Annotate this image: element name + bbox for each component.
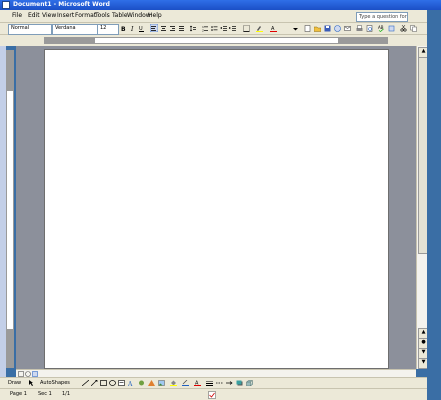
line-style-icon[interactable] (206, 380, 213, 386)
arrow-icon[interactable] (91, 380, 98, 386)
autoshapes-menu[interactable]: AutoShapes (40, 380, 70, 386)
oval-icon[interactable] (109, 380, 116, 386)
dash-style-icon[interactable] (216, 380, 223, 386)
print-icon[interactable] (356, 25, 363, 32)
bullets-icon[interactable] (211, 25, 218, 32)
highlight-icon[interactable] (256, 25, 263, 32)
email-icon[interactable] (344, 25, 351, 32)
line-spacing-icon[interactable] (190, 25, 197, 32)
underline-icon[interactable]: U (138, 25, 145, 32)
insert-picture-icon[interactable] (158, 380, 165, 386)
fill-color-icon[interactable] (170, 380, 177, 386)
title-bar: Document1 - Microsoft Word (0, 0, 441, 10)
status-page: Page 1 (10, 391, 27, 397)
save-icon[interactable] (324, 25, 331, 32)
word-app-icon (2, 1, 10, 9)
decrease-indent-icon[interactable] (220, 25, 227, 32)
toolbar-options-icon[interactable] (292, 25, 299, 32)
status-section: Sec 1 (38, 391, 52, 397)
bold-icon[interactable]: B (120, 25, 127, 32)
arrow-style-icon[interactable] (226, 380, 233, 386)
increase-indent-icon[interactable] (229, 25, 236, 32)
justify-icon[interactable] (178, 25, 185, 32)
font-combo[interactable]: Verdana (52, 24, 98, 35)
menu-edit[interactable]: Edit (28, 12, 40, 19)
align-right-icon[interactable] (169, 25, 176, 32)
research-icon[interactable] (388, 25, 395, 32)
document-page[interactable] (44, 49, 389, 369)
copy-icon[interactable] (410, 25, 417, 32)
italic-icon[interactable]: I (129, 25, 136, 32)
borders-icon[interactable] (243, 25, 250, 32)
status-position: 1/1 (62, 391, 71, 397)
diagram-icon[interactable] (138, 380, 145, 386)
line-icon[interactable] (82, 380, 89, 386)
menu-table[interactable]: Table (112, 12, 128, 19)
print-preview-icon[interactable] (366, 25, 373, 32)
vertical-scrollbar[interactable]: ▲ ▲ ● ▼ ▼ (416, 46, 429, 369)
text-box-icon[interactable] (118, 380, 125, 386)
menu-tools[interactable]: Tools (95, 12, 110, 19)
align-center-icon[interactable] (160, 25, 167, 32)
cut-icon[interactable] (400, 25, 407, 32)
menu-insert[interactable]: Insert (57, 12, 74, 19)
menu-format[interactable]: Format (75, 12, 96, 19)
vertical-ruler[interactable] (6, 50, 14, 368)
formatting-toolbar: Normal Verdana 12 B I U 12 A AB (0, 23, 441, 35)
wordart-icon[interactable]: A (128, 380, 135, 386)
svg-text:I: I (130, 26, 134, 32)
drawing-toolbar: Draw AutoShapes A A (0, 377, 441, 388)
menu-file[interactable]: File (12, 12, 22, 19)
line-color-icon[interactable] (182, 380, 189, 386)
menu-help[interactable]: Help (148, 12, 162, 19)
spelling-status-icon[interactable] (208, 391, 216, 399)
window-title: Document1 - Microsoft Word (13, 1, 110, 8)
svg-text:B: B (121, 26, 126, 32)
desktop-background (427, 10, 441, 400)
help-search-input[interactable]: Type a question for help (356, 12, 408, 22)
horizontal-ruler[interactable] (44, 37, 388, 44)
svg-text:A: A (128, 381, 133, 386)
3d-style-icon[interactable] (246, 380, 253, 386)
style-combo[interactable]: Normal (8, 24, 52, 35)
permission-icon[interactable] (334, 25, 341, 32)
font-color-icon[interactable]: A (270, 25, 277, 32)
clip-art-icon[interactable] (148, 380, 155, 386)
rectangle-icon[interactable] (100, 380, 107, 386)
horizontal-scrollbar[interactable] (16, 369, 416, 377)
open-folder-icon[interactable] (314, 25, 321, 32)
status-bar: Page 1 Sec 1 1/1 (0, 388, 441, 400)
draw-font-color-icon[interactable]: A (194, 380, 201, 386)
draw-menu[interactable]: Draw (8, 380, 21, 386)
svg-text:2: 2 (202, 29, 204, 33)
align-left-icon[interactable] (150, 24, 158, 32)
new-document-icon[interactable] (304, 25, 311, 32)
spelling-icon[interactable]: AB (378, 25, 385, 32)
menu-view[interactable]: View (42, 12, 56, 19)
numbering-icon[interactable]: 12 (202, 25, 209, 32)
select-objects-icon[interactable] (28, 380, 34, 386)
shadow-style-icon[interactable] (236, 380, 243, 386)
font-size-combo[interactable]: 12 (97, 24, 119, 35)
